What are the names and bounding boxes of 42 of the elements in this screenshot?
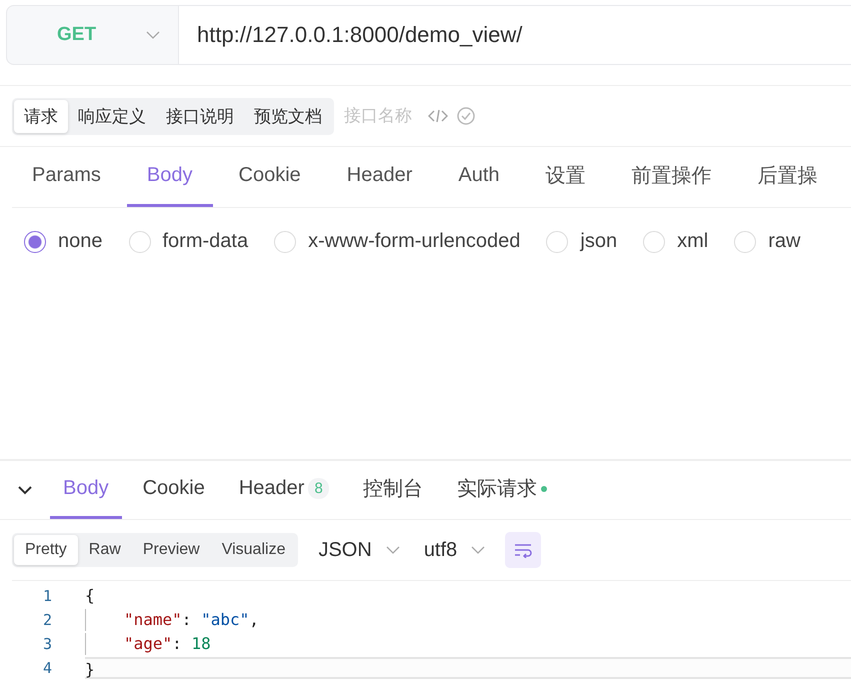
mode-tab[interactable]: 响应定义 bbox=[68, 100, 156, 132]
url-field[interactable]: http://127.0.0.1:8000/demo_view/ bbox=[179, 6, 851, 64]
view-tab[interactable]: Pretty bbox=[14, 535, 78, 565]
response-tab[interactable]: Header 8 bbox=[226, 461, 342, 519]
radio-label: json bbox=[580, 230, 618, 253]
request-tab[interactable]: Header bbox=[326, 147, 432, 207]
line-number: 1 bbox=[42, 587, 53, 605]
request-tab[interactable]: 后置操 bbox=[738, 147, 838, 207]
response-tab[interactable]: Cookie bbox=[130, 461, 218, 519]
radio-label: none bbox=[58, 230, 102, 253]
body-type-radio[interactable]: xml bbox=[643, 230, 708, 253]
body-type-radio[interactable]: json bbox=[546, 230, 618, 253]
request-tab[interactable]: 设置 bbox=[526, 147, 606, 207]
body-type-radio[interactable]: none bbox=[24, 230, 102, 253]
response-tab[interactable]: 实际请求 bbox=[444, 461, 560, 519]
radio-label: xml bbox=[677, 230, 708, 253]
mode-tab[interactable]: 接口说明 bbox=[156, 100, 244, 132]
view-tab[interactable]: Visualize bbox=[210, 535, 296, 565]
view-tab[interactable]: Preview bbox=[132, 535, 211, 565]
format-select[interactable]: JSON bbox=[314, 538, 404, 562]
request-tab[interactable]: Auth bbox=[438, 147, 520, 207]
code-line: "age": 18 bbox=[85, 633, 851, 655]
response-tab[interactable]: 控制台 bbox=[350, 461, 436, 519]
line-number: 2 bbox=[42, 611, 53, 629]
code-line: { bbox=[85, 585, 96, 607]
view-tab[interactable]: Raw bbox=[78, 535, 132, 565]
radio-label: raw bbox=[768, 230, 800, 253]
request-tab[interactable]: 前置操作 bbox=[612, 147, 732, 207]
radio-label: form-data bbox=[162, 230, 248, 253]
response-tab[interactable]: Body bbox=[50, 461, 122, 519]
mode-tab[interactable]: 预览文档 bbox=[244, 100, 332, 132]
request-tab[interactable]: Cookie bbox=[218, 147, 321, 207]
body-type-radio[interactable]: raw bbox=[734, 230, 800, 253]
request-tab[interactable]: Params bbox=[12, 147, 121, 207]
line-number: 3 bbox=[42, 635, 53, 653]
code-line: "name": "abc", bbox=[85, 609, 851, 631]
line-number: 4 bbox=[42, 659, 53, 677]
body-type-radio[interactable]: form-data bbox=[128, 230, 248, 253]
count-badge: 8 bbox=[308, 478, 329, 499]
request-tab[interactable]: Body bbox=[126, 147, 212, 207]
encoding-select[interactable]: utf8 bbox=[420, 538, 490, 562]
mode-tab[interactable]: 请求 bbox=[14, 100, 68, 132]
